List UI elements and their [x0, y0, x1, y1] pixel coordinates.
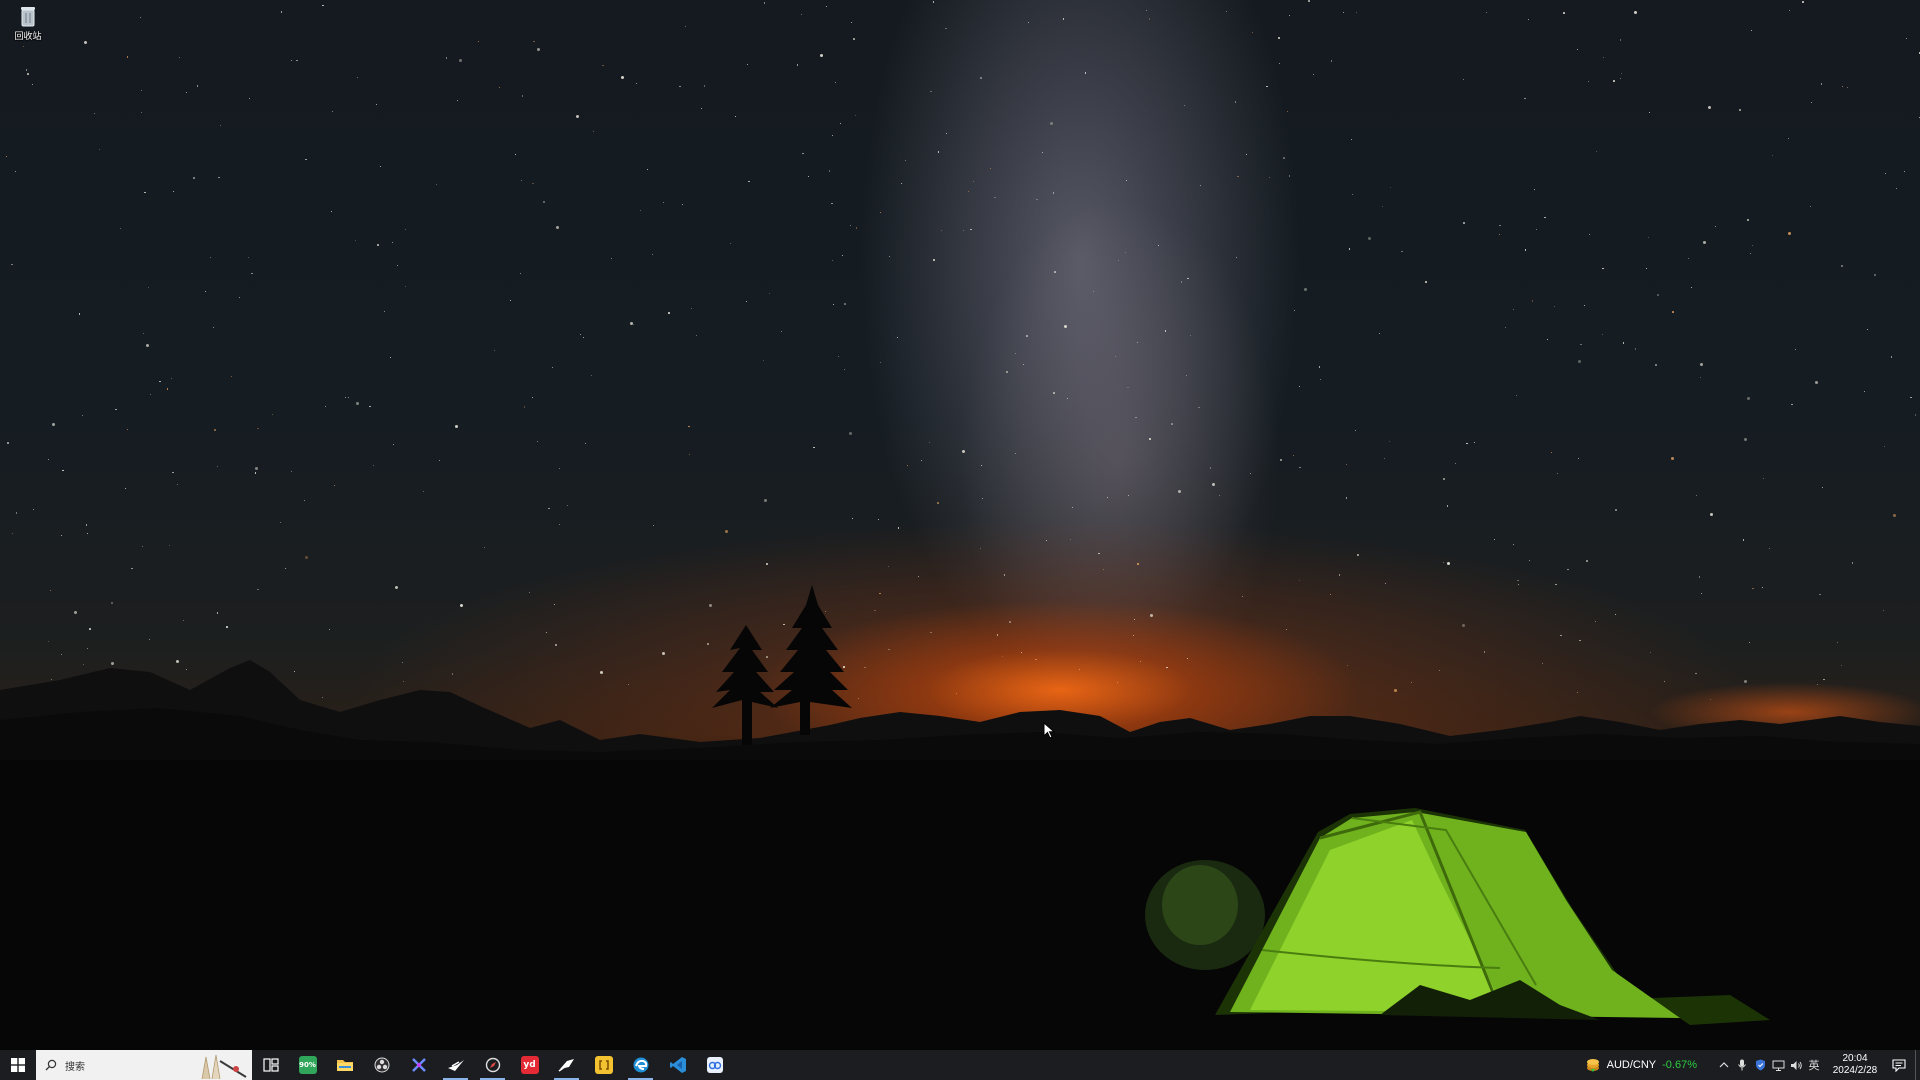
mouse-cursor-icon [1043, 722, 1055, 739]
taskbar-clock[interactable]: 20:04 2024/2/28 [1827, 1053, 1883, 1077]
search-placeholder: 搜索 [65, 1061, 85, 1073]
taskbar-steam[interactable] [437, 1050, 474, 1080]
desktop-wallpaper: 回收站 [0, 0, 1920, 1050]
taskbar-baidu-netdisk[interactable] [696, 1050, 733, 1080]
currency-ticker-widget[interactable]: AUD/CNY -0.67% [1585, 1057, 1697, 1073]
feishu-icon [558, 1059, 574, 1072]
taskbar: 搜索 90% yd AUD/CNY -0.67% 英 20:04 2024/2/… [0, 1050, 1920, 1080]
edge-icon [633, 1057, 648, 1073]
folder-icon [336, 1060, 353, 1071]
microphone-icon [1738, 1059, 1746, 1071]
network-icon [1772, 1060, 1784, 1071]
taskbar-search-box[interactable]: 搜索 [36, 1050, 252, 1080]
show-desktop-button[interactable] [1915, 1050, 1920, 1080]
ticker-pair: AUD/CNY [1606, 1059, 1657, 1071]
input-method-indicator[interactable]: 英 [1805, 1050, 1823, 1080]
cloud-disk-icon [706, 1057, 723, 1073]
landscape-silhouette [0, 585, 1920, 1050]
monitor-icon: 90% [298, 1056, 317, 1074]
search-icon [45, 1059, 57, 1071]
recycle-bin-label: 回收站 [14, 31, 42, 41]
recycle-bin-desktop-icon[interactable]: 回收站 [6, 4, 50, 46]
windows-logo-icon [11, 1058, 25, 1072]
steam-icon [447, 1060, 464, 1071]
ticker-change: -0.67% [1662, 1059, 1697, 1071]
volume-icon [1790, 1060, 1802, 1070]
tray-microphone[interactable] [1733, 1050, 1751, 1080]
notes-icon [594, 1056, 613, 1074]
taskbar-edge[interactable] [622, 1050, 659, 1080]
taskbar-obs[interactable] [363, 1050, 400, 1080]
task-view-icon [262, 1058, 279, 1072]
youdao-icon: yd [520, 1056, 539, 1074]
taskbar-notes-app[interactable] [585, 1050, 622, 1080]
taskbar-monitor-app[interactable]: 90% [289, 1050, 326, 1080]
tray-network[interactable] [1769, 1050, 1787, 1080]
taskbar-youdao-dict[interactable]: yd [511, 1050, 548, 1080]
compass-browser-icon [485, 1057, 500, 1073]
notes-bracket-icon [598, 1060, 609, 1070]
taskbar-browser-app[interactable] [474, 1050, 511, 1080]
clock-time: 20:04 [1842, 1053, 1868, 1064]
chevron-up-icon [1719, 1062, 1729, 1068]
show-hidden-icons-button[interactable] [1715, 1050, 1733, 1080]
obs-icon [374, 1057, 389, 1073]
vscode-icon [669, 1057, 686, 1073]
taskbar-dev-tool[interactable] [400, 1050, 437, 1080]
clock-date: 2024/2/28 [1832, 1065, 1878, 1076]
taskbar-file-explorer[interactable] [326, 1050, 363, 1080]
start-button[interactable] [0, 1050, 36, 1080]
cross-tools-icon [411, 1058, 426, 1072]
recycle-bin-icon [21, 7, 35, 27]
system-tray: AUD/CNY -0.67% 英 20:04 2024/2/28 [1585, 1050, 1920, 1080]
action-center-button[interactable] [1883, 1050, 1915, 1080]
taskbar-feishu[interactable] [548, 1050, 585, 1080]
coin-stack-icon [1586, 1059, 1599, 1072]
tray-volume[interactable] [1787, 1050, 1805, 1080]
taskbar-vscode[interactable] [659, 1050, 696, 1080]
notification-icon [1892, 1058, 1906, 1072]
search-highlight-illustration-icon [201, 1054, 247, 1079]
shield-icon [1755, 1059, 1765, 1071]
task-view-button[interactable] [252, 1050, 289, 1080]
tray-security[interactable] [1751, 1050, 1769, 1080]
